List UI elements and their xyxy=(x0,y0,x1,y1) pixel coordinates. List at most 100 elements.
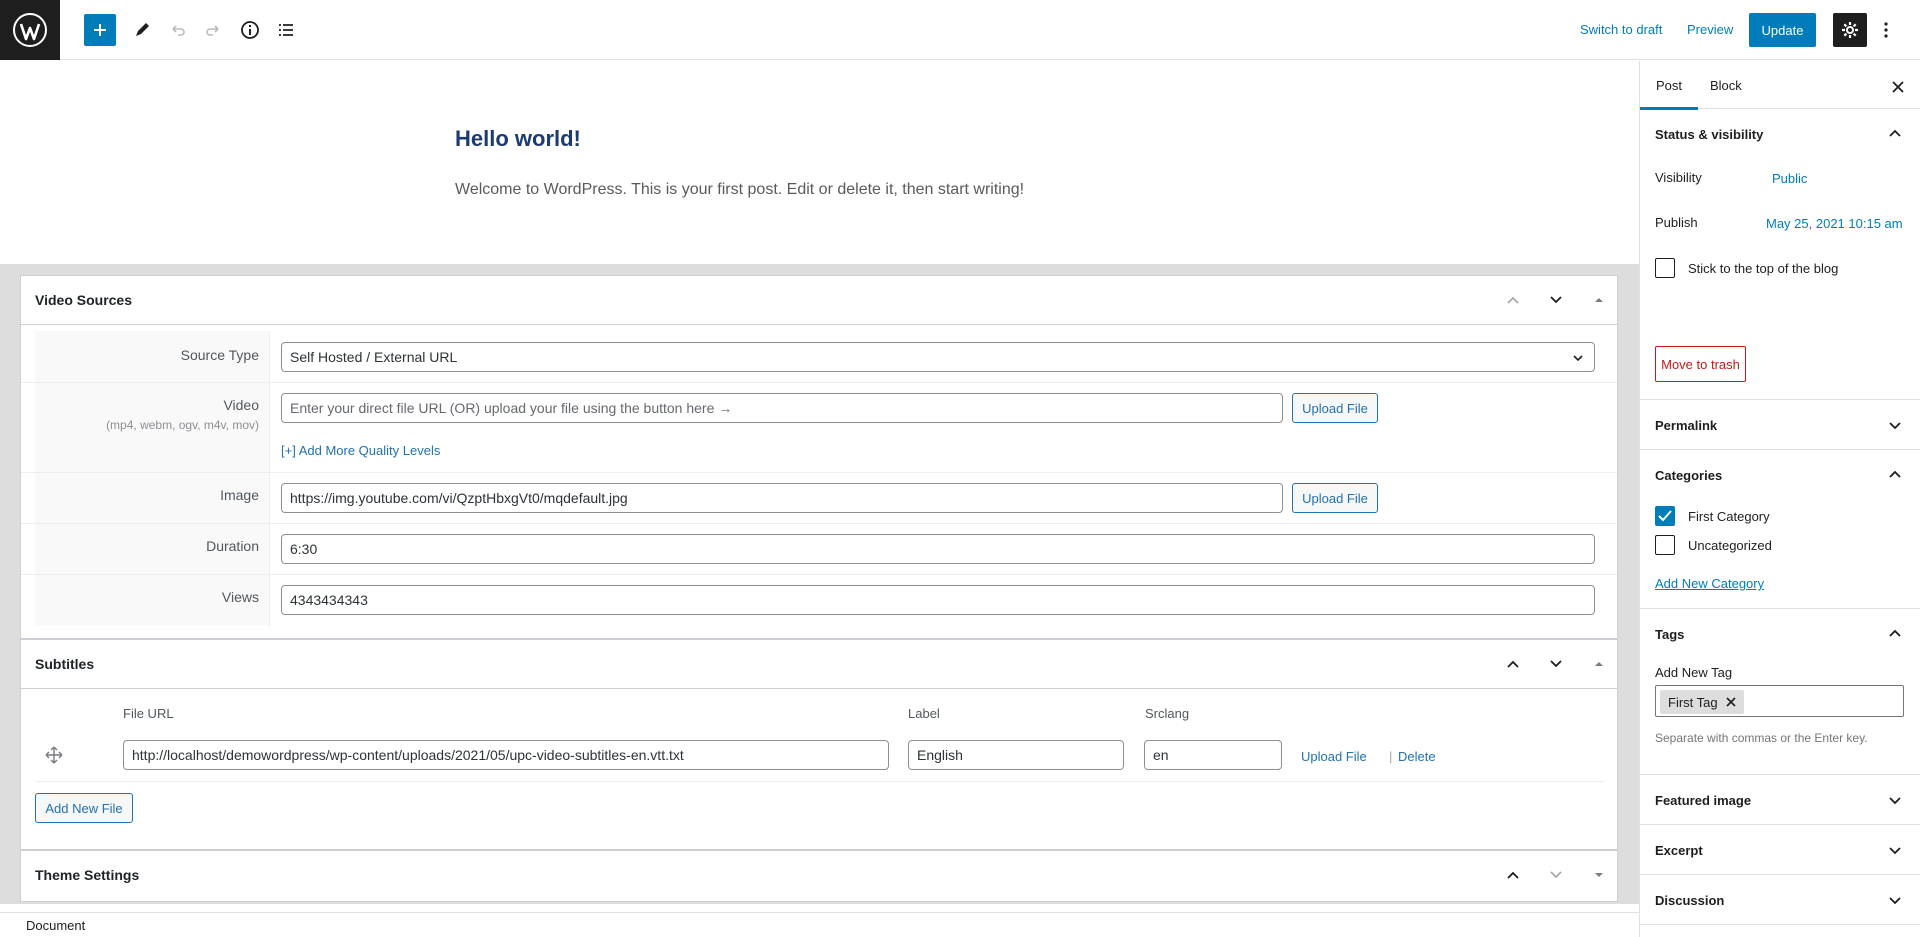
publish-date-toggle[interactable]: May 25, 2021 10:15 am xyxy=(1766,216,1903,231)
block-breadcrumb-bar: Document xyxy=(0,912,1639,937)
switch-to-draft-button[interactable]: Switch to draft xyxy=(1580,22,1662,37)
move-up-button[interactable] xyxy=(1501,863,1525,887)
category-label-first: First Category xyxy=(1688,509,1770,524)
meta-boxes-area: Video Sources Source Type Self Hosted / … xyxy=(0,264,1639,904)
discussion-panel[interactable]: Discussion xyxy=(1640,875,1920,925)
field-label: Video xyxy=(223,397,259,413)
permalink-panel[interactable]: Permalink xyxy=(1640,400,1920,450)
options-button[interactable] xyxy=(1876,14,1896,46)
column-header-label: Label xyxy=(908,706,940,721)
details-button[interactable] xyxy=(234,14,266,46)
toggle-panel-button[interactable] xyxy=(1587,863,1611,887)
tab-post[interactable]: Post xyxy=(1639,78,1699,110)
chevron-down-icon xyxy=(1889,422,1901,430)
publish-label: Publish xyxy=(1655,215,1698,230)
chevron-up-icon[interactable] xyxy=(1886,466,1904,484)
wordpress-logo-icon[interactable] xyxy=(0,0,60,60)
chevron-down-icon xyxy=(1573,355,1583,362)
chevron-down-icon xyxy=(1889,897,1901,905)
toggle-panel-button[interactable] xyxy=(1587,288,1611,312)
add-quality-levels-link[interactable]: [+] Add More Quality Levels xyxy=(281,443,440,458)
featured-image-panel[interactable]: Featured image xyxy=(1640,775,1920,825)
category-checkbox-first[interactable] xyxy=(1655,506,1675,526)
chevron-up-icon xyxy=(1507,296,1519,304)
move-down-button[interactable] xyxy=(1544,288,1568,312)
subtitle-file-url-input[interactable]: http://localhost/demowordpress/wp-conten… xyxy=(123,740,889,770)
update-button[interactable]: Update xyxy=(1749,13,1816,47)
toggle-panel-button[interactable] xyxy=(1587,652,1611,676)
metabox-title: Video Sources xyxy=(35,292,133,308)
redo-button[interactable] xyxy=(197,14,229,46)
close-sidebar-button[interactable] xyxy=(1886,75,1910,99)
video-url-input[interactable]: Enter your direct file URL (OR) upload y… xyxy=(281,393,1283,423)
chevron-up-icon[interactable] xyxy=(1886,625,1904,643)
move-to-trash-button[interactable]: Move to trash xyxy=(1655,346,1746,382)
preview-button[interactable]: Preview xyxy=(1687,22,1733,37)
category-checkbox-uncategorized[interactable] xyxy=(1655,535,1675,555)
upload-image-button[interactable]: Upload File xyxy=(1292,483,1378,513)
video-sources-metabox: Video Sources Source Type Self Hosted / … xyxy=(20,275,1618,639)
chevron-up-icon xyxy=(1507,660,1519,668)
duration-row: Duration 6:30 xyxy=(21,524,1617,575)
visibility-toggle[interactable]: Public xyxy=(1772,171,1807,186)
add-new-category-link[interactable]: Add New Category xyxy=(1655,576,1764,591)
tag-input[interactable]: First Tag xyxy=(1655,685,1904,717)
column-header-file-url: File URL xyxy=(123,706,174,721)
tools-button[interactable] xyxy=(126,14,158,46)
delete-subtitle-link[interactable]: Delete xyxy=(1398,749,1436,764)
panel-title[interactable]: Status & visibility xyxy=(1655,127,1763,142)
redo-icon xyxy=(206,25,219,36)
remove-tag-icon[interactable] xyxy=(1726,697,1736,707)
category-label-uncategorized: Uncategorized xyxy=(1688,538,1772,553)
excerpt-panel[interactable]: Excerpt xyxy=(1640,825,1920,875)
chevron-down-icon xyxy=(1889,797,1901,805)
drag-handle-icon[interactable] xyxy=(45,746,63,767)
column-header-srclang: Srclang xyxy=(1145,706,1190,721)
plus-icon xyxy=(94,24,106,36)
post-title[interactable]: Hello world! xyxy=(455,126,581,152)
add-block-button[interactable] xyxy=(84,14,116,46)
tags-panel: Tags Add New Tag First Tag Separate with… xyxy=(1640,609,1920,775)
gear-icon xyxy=(1842,22,1858,38)
subtitles-metabox: Subtitles File URL Label Srclang http://… xyxy=(20,639,1618,850)
editor-toolbar: Switch to draft Preview Update xyxy=(0,0,1920,60)
source-type-row: Source Type Self Hosted / External URL xyxy=(21,331,1617,383)
views-input[interactable]: 4343434343 xyxy=(281,585,1595,615)
chevron-down-icon xyxy=(1550,660,1562,668)
move-down-button[interactable] xyxy=(1544,652,1568,676)
sidebar-tabs: Post Block xyxy=(1639,61,1920,110)
paragraph-block[interactable]: Welcome to WordPress. This is your first… xyxy=(455,181,1024,199)
field-label: Source Type xyxy=(180,347,259,363)
image-url-input[interactable]: https://img.youtube.com/vi/QzptHbxgVt0/m… xyxy=(281,483,1283,513)
field-label: Views xyxy=(221,589,259,605)
subtitle-srclang-input[interactable]: en xyxy=(1144,740,1282,770)
tag-chip-label: First Tag xyxy=(1668,694,1718,710)
panel-title[interactable]: Categories xyxy=(1655,468,1722,483)
image-row: Image https://img.youtube.com/vi/QzptHbx… xyxy=(21,473,1617,524)
subtitle-label-input[interactable]: English xyxy=(908,740,1124,770)
move-down-button[interactable] xyxy=(1544,863,1568,887)
add-new-file-button[interactable]: Add New File xyxy=(35,793,133,823)
undo-button[interactable] xyxy=(162,14,194,46)
panel-title: Excerpt xyxy=(1655,843,1703,858)
visibility-label: Visibility xyxy=(1655,170,1702,185)
breadcrumb-document[interactable]: Document xyxy=(26,918,85,933)
panel-title[interactable]: Tags xyxy=(1655,627,1684,642)
move-up-button[interactable] xyxy=(1501,288,1525,312)
info-icon xyxy=(241,21,259,39)
metabox-title: Theme Settings xyxy=(35,867,140,883)
upload-video-button[interactable]: Upload File xyxy=(1292,393,1378,423)
chevron-up-icon[interactable] xyxy=(1886,125,1904,143)
chevron-down-icon xyxy=(1889,847,1901,855)
upload-subtitle-link[interactable]: Upload File xyxy=(1301,749,1367,764)
field-label: Duration xyxy=(206,538,259,554)
settings-button[interactable] xyxy=(1833,13,1867,47)
source-type-select[interactable]: Self Hosted / External URL xyxy=(281,342,1595,372)
move-up-button[interactable] xyxy=(1501,652,1525,676)
list-view-button[interactable] xyxy=(270,14,302,46)
tab-block[interactable]: Block xyxy=(1710,78,1742,93)
sticky-checkbox[interactable] xyxy=(1655,258,1675,278)
duration-input[interactable]: 6:30 xyxy=(281,534,1595,564)
status-visibility-panel: Status & visibility Visibility Public Pu… xyxy=(1640,109,1920,400)
chevron-down-icon xyxy=(1550,871,1562,879)
